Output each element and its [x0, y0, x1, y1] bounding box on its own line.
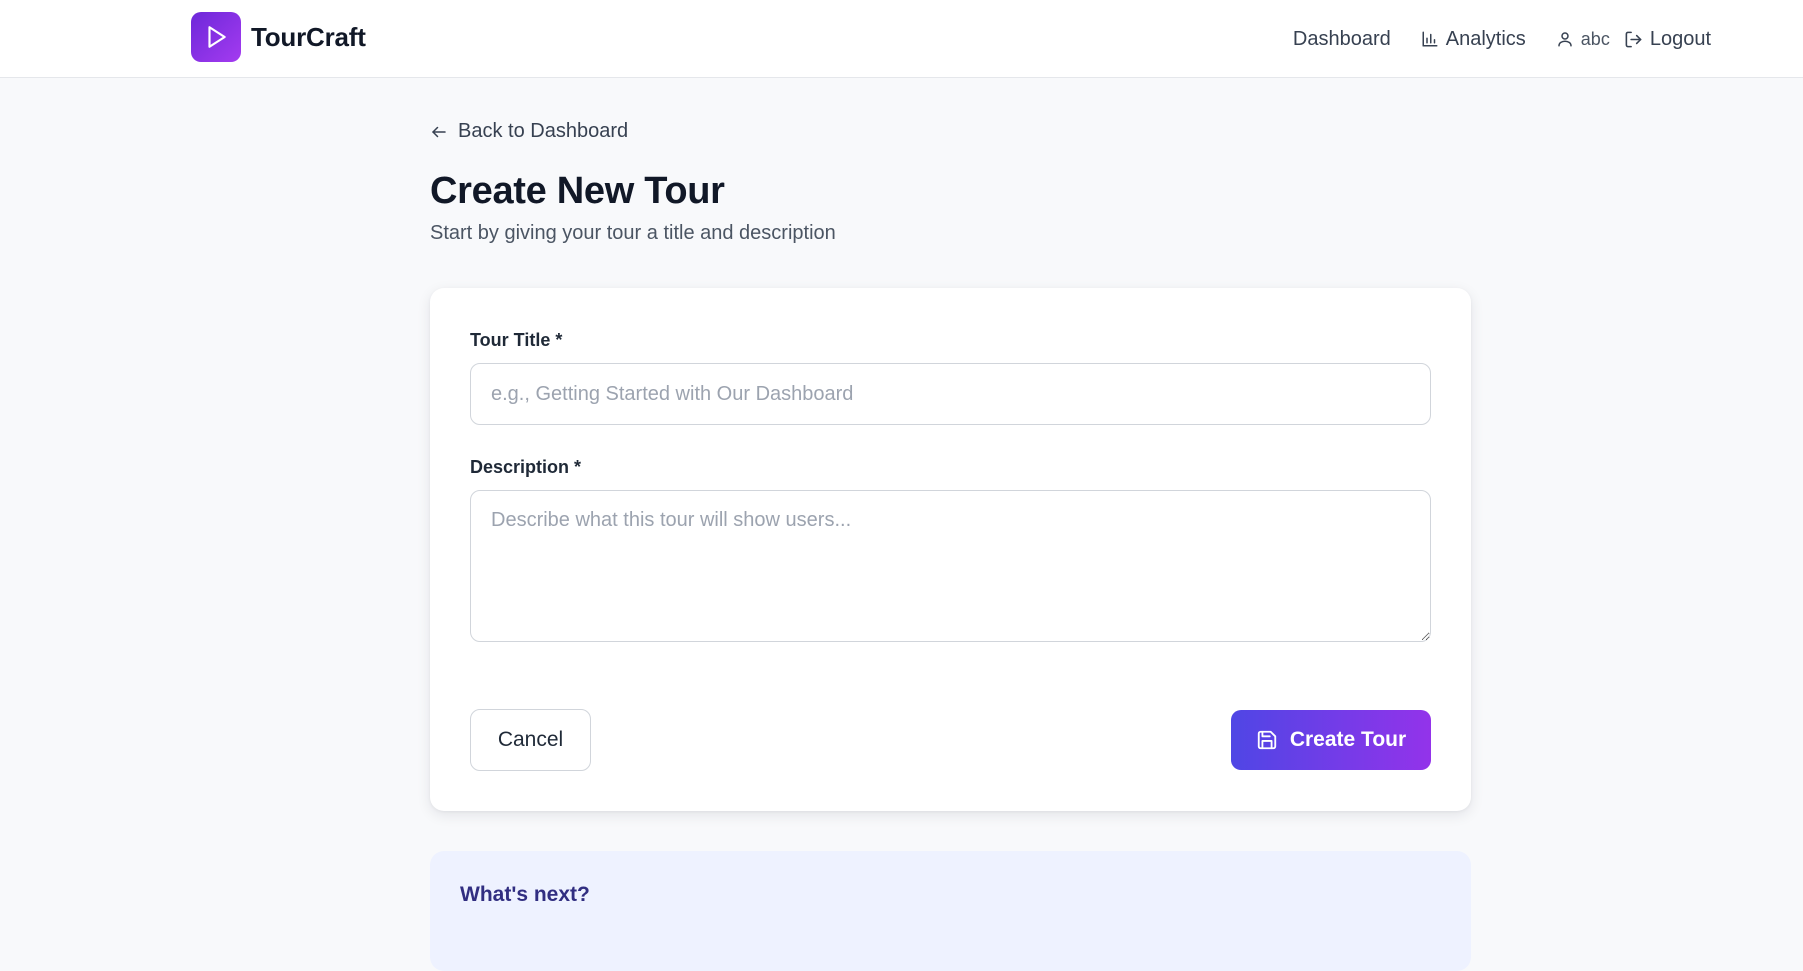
page-title: Create New Tour [430, 170, 725, 212]
nav-analytics-label: Analytics [1445, 27, 1526, 50]
play-icon [208, 26, 226, 48]
nav-dashboard-label: Dashboard [1292, 27, 1391, 50]
top-navbar: TourCraft Dashboard Analytics abc Logout [0, 0, 1803, 78]
nav-username: abc [1580, 28, 1610, 49]
page-subtitle: Start by giving your tour a title and de… [430, 222, 836, 244]
user-icon [1558, 32, 1572, 47]
main-nav: Dashboard Analytics abc Logout [1293, 0, 1711, 78]
create-tour-form: Tour Title * Description * Cancel Create… [430, 288, 1471, 811]
bar-chart-icon [1422, 31, 1438, 47]
cancel-button[interactable]: Cancel [470, 709, 591, 771]
arrow-left-icon [432, 126, 446, 137]
create-tour-button[interactable]: Create Tour [1231, 710, 1431, 770]
back-link-label: Back to Dashboard [458, 120, 629, 142]
nav-logout-link[interactable]: Logout [1624, 28, 1711, 51]
tour-title-input[interactable] [470, 363, 1431, 425]
whats-next-section: What's next? [430, 851, 1471, 971]
save-icon [1257, 730, 1277, 750]
brand[interactable]: TourCraft [191, 12, 366, 62]
brand-name: TourCraft [251, 21, 366, 52]
back-to-dashboard-link[interactable]: Back to Dashboard [430, 120, 628, 143]
tour-title-label: Tour Title * [470, 330, 563, 350]
description-textarea[interactable] [470, 490, 1431, 642]
nav-logout-label: Logout [1649, 27, 1711, 50]
nav-user-profile[interactable]: abc [1556, 29, 1610, 50]
brand-logo [191, 12, 241, 62]
description-label: Description * [470, 457, 582, 477]
nav-analytics-link[interactable]: Analytics [1421, 28, 1526, 51]
logout-icon [1625, 31, 1642, 47]
nav-dashboard-link[interactable]: Dashboard [1293, 28, 1391, 51]
whats-next-title: What's next? [460, 883, 590, 906]
create-tour-label: Create Tour [1289, 728, 1407, 751]
